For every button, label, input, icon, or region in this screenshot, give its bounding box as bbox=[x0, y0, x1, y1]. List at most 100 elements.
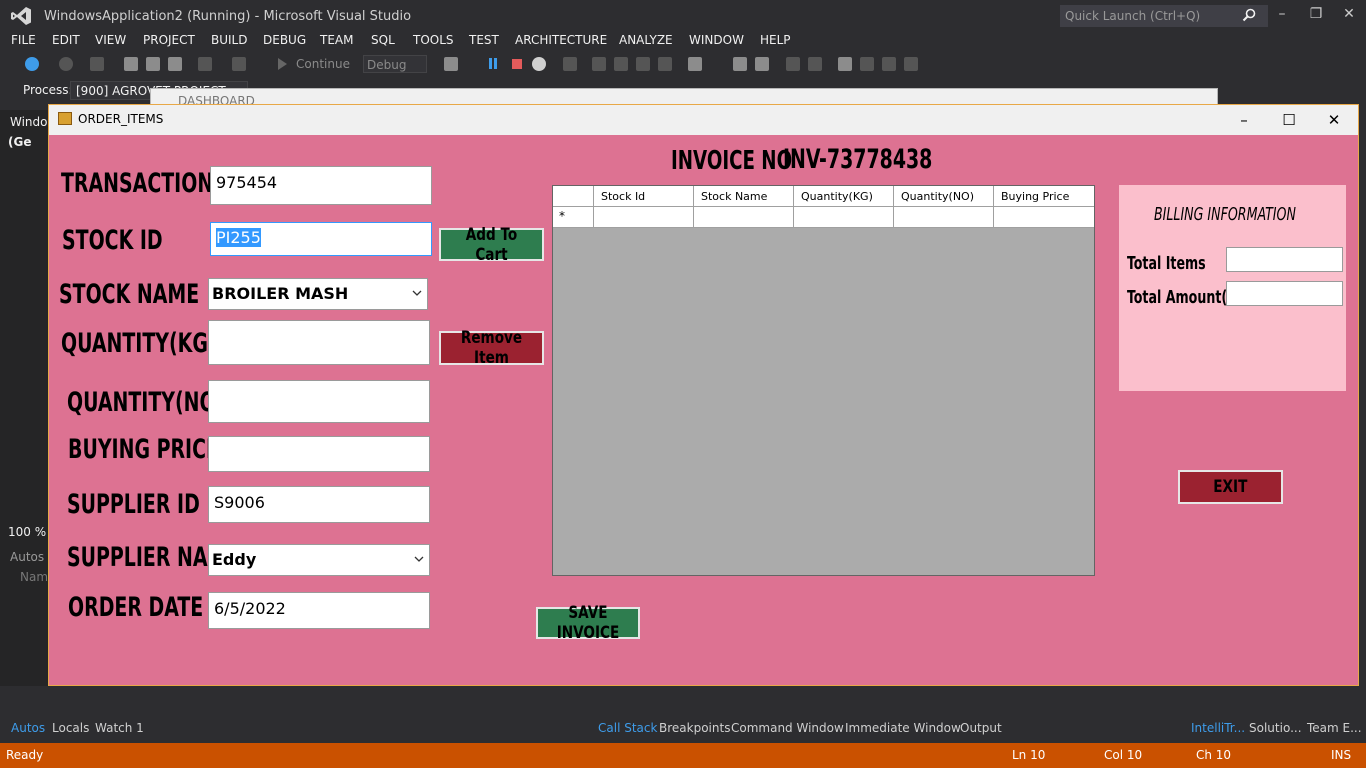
bookmark-icon[interactable] bbox=[838, 57, 852, 71]
buying-price-field[interactable] bbox=[208, 436, 430, 472]
exit-button[interactable]: EXIT bbox=[1178, 470, 1283, 504]
status-column: Col 10 bbox=[1104, 748, 1143, 762]
status-line: Ln 10 bbox=[1012, 748, 1046, 762]
zoom-level[interactable]: 100 % bbox=[8, 525, 46, 539]
order-date-field[interactable]: 6/5/2022 bbox=[208, 592, 430, 629]
tab-team-explorer[interactable]: Team E... bbox=[1307, 721, 1362, 735]
supplier-name-select[interactable]: Eddy bbox=[208, 544, 430, 576]
redo-icon[interactable] bbox=[232, 57, 246, 71]
quantity-kg-field[interactable] bbox=[208, 320, 430, 365]
grid-cell[interactable] bbox=[993, 207, 1094, 228]
menu-tools[interactable]: TOOLS bbox=[413, 33, 454, 47]
tab-solution-explorer[interactable]: Solutio... bbox=[1249, 721, 1302, 735]
navigate-back-icon[interactable] bbox=[25, 57, 39, 71]
grid-column-quantity-no[interactable]: Quantity(NO) bbox=[893, 186, 993, 207]
exit-label: EXIT bbox=[1213, 477, 1248, 497]
stock-name-label: STOCK NAME bbox=[59, 279, 200, 310]
hex-display-icon[interactable] bbox=[688, 57, 702, 71]
menu-team[interactable]: TEAM bbox=[320, 33, 353, 47]
next-bookmark-icon[interactable] bbox=[882, 57, 896, 71]
undo-icon[interactable] bbox=[198, 57, 212, 71]
vs-minimize-icon[interactable]: – bbox=[1272, 6, 1292, 24]
thread-icon[interactable] bbox=[733, 57, 747, 71]
save-invoice-button[interactable]: SAVE INVOICE bbox=[536, 603, 640, 643]
remove-item-button[interactable]: Remove Item bbox=[439, 328, 544, 368]
vs-menu-bar bbox=[0, 32, 1366, 52]
save-icon[interactable] bbox=[146, 57, 160, 71]
menu-edit[interactable]: EDIT bbox=[52, 33, 80, 47]
process-icon[interactable] bbox=[444, 57, 458, 71]
vs-restore-icon[interactable]: ❐ bbox=[1306, 6, 1326, 24]
menu-file[interactable]: FILE bbox=[11, 33, 36, 47]
stop-icon[interactable] bbox=[512, 59, 522, 69]
supplier-id-field[interactable]: S9006 bbox=[208, 486, 430, 523]
grid-cell[interactable] bbox=[693, 207, 793, 228]
tab-immediate-window[interactable]: Immediate Window bbox=[845, 721, 961, 735]
tab-output[interactable]: Output bbox=[960, 721, 1002, 735]
vs-close-icon[interactable]: ✕ bbox=[1339, 6, 1359, 24]
grid-cell[interactable] bbox=[593, 207, 693, 228]
save-all-icon[interactable] bbox=[168, 57, 182, 71]
menu-build[interactable]: BUILD bbox=[211, 33, 247, 47]
menu-architecture[interactable]: ARCHITECTURE bbox=[515, 33, 607, 47]
tab-watch-1[interactable]: Watch 1 bbox=[95, 721, 144, 735]
form-minimize-icon[interactable]: – bbox=[1233, 109, 1255, 131]
grid-column-buying-price[interactable]: Buying Price bbox=[993, 186, 1094, 207]
tab-breakpoints[interactable]: Breakpoints bbox=[659, 721, 730, 735]
grid-column-quantity-kg[interactable]: Quantity(KG) bbox=[793, 186, 893, 207]
prev-bookmark-icon[interactable] bbox=[860, 57, 874, 71]
stock-id-field[interactable]: PI255 bbox=[210, 222, 432, 256]
form-maximize-icon[interactable]: ☐ bbox=[1278, 109, 1300, 131]
menu-project[interactable]: PROJECT bbox=[143, 33, 195, 47]
menu-test[interactable]: TEST bbox=[469, 33, 499, 47]
tab-intellitrace[interactable]: IntelliTr... bbox=[1191, 721, 1245, 735]
add-to-cart-button[interactable]: Add To Cart bbox=[439, 225, 544, 265]
total-items-field[interactable] bbox=[1226, 247, 1343, 272]
order-items-grid[interactable] bbox=[552, 185, 1095, 576]
grid-cell[interactable] bbox=[893, 207, 993, 228]
show-next-statement-icon[interactable] bbox=[563, 57, 577, 71]
clear-bookmarks-icon[interactable] bbox=[904, 57, 918, 71]
remove-item-label: Remove Item bbox=[460, 328, 523, 368]
total-amount-field[interactable] bbox=[1226, 281, 1343, 306]
continue-button[interactable]: Continue bbox=[296, 57, 350, 71]
step-into-icon[interactable] bbox=[592, 57, 606, 71]
tab-command-window[interactable]: Command Window bbox=[731, 721, 844, 735]
menu-sql[interactable]: SQL bbox=[371, 33, 395, 47]
quick-launch-input[interactable]: Quick Launch (Ctrl+Q) bbox=[1060, 5, 1268, 27]
new-project-icon[interactable] bbox=[90, 57, 104, 71]
quantity-no-field[interactable] bbox=[208, 380, 430, 423]
uncomment-icon[interactable] bbox=[808, 57, 822, 71]
menu-help[interactable]: HELP bbox=[760, 33, 791, 47]
navigate-forward-icon[interactable] bbox=[59, 57, 73, 71]
menu-debug[interactable]: DEBUG bbox=[263, 33, 306, 47]
stack-frame-icon[interactable] bbox=[755, 57, 769, 71]
menu-window[interactable]: WINDOW bbox=[689, 33, 744, 47]
tab-call-stack[interactable]: Call Stack bbox=[598, 721, 657, 735]
step-over-icon[interactable] bbox=[614, 57, 628, 71]
status-bar bbox=[0, 743, 1366, 768]
total-items-label: Total Items bbox=[1127, 253, 1206, 274]
solution-configuration-select[interactable]: Debug bbox=[363, 55, 427, 73]
stock-name-select[interactable]: BROILER MASH bbox=[208, 278, 428, 310]
tab-autos[interactable]: Autos bbox=[11, 721, 45, 735]
open-file-icon[interactable] bbox=[124, 57, 138, 71]
grid-cell[interactable] bbox=[793, 207, 893, 228]
menu-view[interactable]: VIEW bbox=[95, 33, 126, 47]
restart-icon[interactable] bbox=[532, 57, 546, 71]
step-out-icon[interactable] bbox=[636, 57, 650, 71]
menu-analyze[interactable]: ANALYZE bbox=[619, 33, 673, 47]
pause-icon[interactable] bbox=[489, 58, 492, 69]
comment-icon[interactable] bbox=[786, 57, 800, 71]
step-back-icon[interactable] bbox=[658, 57, 672, 71]
search-icon[interactable] bbox=[1242, 8, 1256, 22]
grid-column-stock-id[interactable]: Stock Id bbox=[593, 186, 693, 207]
play-icon[interactable] bbox=[278, 58, 287, 70]
left-pane-general[interactable]: (Ge bbox=[8, 135, 31, 149]
quantity-kg-label: QUANTITY(KG) bbox=[61, 328, 217, 359]
stock-id-selected-text: PI255 bbox=[216, 228, 261, 247]
form-close-icon[interactable]: ✕ bbox=[1323, 109, 1345, 131]
tab-locals[interactable]: Locals bbox=[52, 721, 89, 735]
transaction-id-field[interactable]: 975454 bbox=[210, 166, 432, 205]
grid-column-stock-name[interactable]: Stock Name bbox=[693, 186, 793, 207]
